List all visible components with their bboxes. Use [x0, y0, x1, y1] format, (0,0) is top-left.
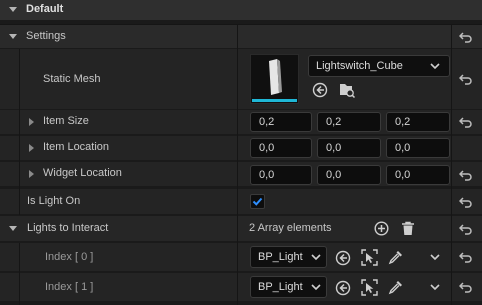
lights-to-interact-row: Lights to Interact 2 Array elements — [0, 216, 482, 241]
indent-divider — [19, 49, 20, 215]
widget-location-x-input[interactable]: 0,0 — [250, 165, 312, 185]
actor-value: BP_Light — [258, 281, 303, 293]
settings-section-header[interactable]: Settings — [0, 24, 482, 48]
column-divider[interactable] — [451, 24, 452, 305]
checkmark-icon — [252, 197, 263, 206]
item-location-label: Item Location — [43, 141, 110, 153]
reset-arrow-icon[interactable] — [459, 72, 473, 86]
index-label: Index [ 0 ] — [45, 251, 94, 263]
settings-section-label: Settings — [26, 30, 66, 42]
item-size-x-input[interactable]: 0,2 — [250, 112, 312, 132]
reset-arrow-icon[interactable] — [459, 115, 473, 129]
item-size-row: Item Size 0,2 0,2 0,2 — [0, 110, 482, 134]
actor-value: BP_Light — [258, 251, 303, 263]
column-divider[interactable] — [237, 24, 238, 305]
chevron-down-icon — [311, 254, 321, 261]
default-section-label: Default — [26, 3, 64, 15]
mesh-thumbnail[interactable] — [250, 54, 299, 104]
indent-divider — [19, 243, 20, 305]
browse-asset-icon[interactable] — [338, 81, 356, 99]
actor-picker-dropdown[interactable]: BP_Light — [250, 276, 327, 298]
chevron-down-icon — [430, 63, 440, 70]
widget-location-label: Widget Location — [43, 167, 122, 179]
eyedropper-icon[interactable] — [388, 279, 404, 295]
item-size-y-input[interactable]: 0,2 — [317, 112, 381, 132]
select-actor-icon[interactable] — [361, 279, 378, 296]
item-location-row: Item Location 0,0 0,0 0,0 — [0, 136, 482, 160]
chevron-down-icon[interactable] — [430, 254, 440, 261]
collapse-arrow-icon[interactable] — [9, 34, 17, 39]
actor-picker-dropdown[interactable]: BP_Light — [250, 246, 327, 268]
reset-arrow-icon[interactable] — [459, 168, 473, 182]
widget-location-z-input[interactable]: 0,0 — [386, 165, 450, 185]
array-element-row: Index [ 0 ] BP_Light — [0, 243, 482, 271]
widget-location-row: Widget Location 0,0 0,0 0,0 — [0, 162, 482, 186]
use-selected-icon[interactable] — [335, 250, 351, 266]
reset-arrow-icon[interactable] — [459, 30, 473, 44]
mesh-preview-icon — [269, 59, 282, 95]
static-mesh-dropdown[interactable]: Lightswitch_Cube — [308, 55, 450, 77]
item-size-z-input[interactable]: 0,2 — [386, 112, 450, 132]
use-selected-icon[interactable] — [312, 82, 328, 98]
is-light-on-label: Is Light On — [27, 195, 81, 207]
eyedropper-icon[interactable] — [388, 249, 404, 265]
is-light-on-row: Is Light On — [0, 189, 482, 214]
collapse-arrow-icon[interactable] — [9, 7, 17, 12]
add-element-icon[interactable] — [374, 221, 389, 236]
reset-arrow-icon[interactable] — [459, 280, 473, 294]
collapse-arrow-icon[interactable] — [9, 226, 17, 231]
chevron-down-icon[interactable] — [430, 284, 440, 291]
use-selected-icon[interactable] — [335, 280, 351, 296]
chevron-down-icon — [311, 284, 321, 291]
lights-to-interact-label: Lights to Interact — [27, 222, 109, 234]
reset-arrow-icon[interactable] — [459, 250, 473, 264]
static-mesh-label: Static Mesh — [43, 73, 101, 85]
is-light-on-checkbox[interactable] — [250, 194, 265, 209]
select-actor-icon[interactable] — [361, 249, 378, 266]
item-location-y-input[interactable]: 0,0 — [317, 138, 381, 158]
default-section-header[interactable]: Default — [0, 0, 482, 20]
array-element-row: Index [ 1 ] BP_Light — [0, 273, 482, 301]
index-label: Index [ 1 ] — [45, 281, 94, 293]
static-mesh-asset-name: Lightswitch_Cube — [316, 60, 403, 72]
item-location-x-input[interactable]: 0,0 — [250, 138, 312, 158]
expand-arrow-icon[interactable] — [29, 170, 34, 178]
static-mesh-row: Static Mesh Lightswitch_Cube — [0, 49, 482, 109]
widget-location-y-input[interactable]: 0,0 — [317, 165, 381, 185]
array-count-label: 2 Array elements — [249, 222, 332, 234]
expand-arrow-icon[interactable] — [29, 144, 34, 152]
reset-arrow-icon[interactable] — [459, 222, 473, 236]
mesh-thumbnail-underline — [252, 99, 297, 102]
item-location-z-input[interactable]: 0,0 — [386, 138, 450, 158]
item-size-label: Item Size — [43, 115, 89, 127]
delete-icon[interactable] — [401, 221, 415, 236]
reset-arrow-icon[interactable] — [459, 195, 473, 209]
expand-arrow-icon[interactable] — [29, 118, 34, 126]
